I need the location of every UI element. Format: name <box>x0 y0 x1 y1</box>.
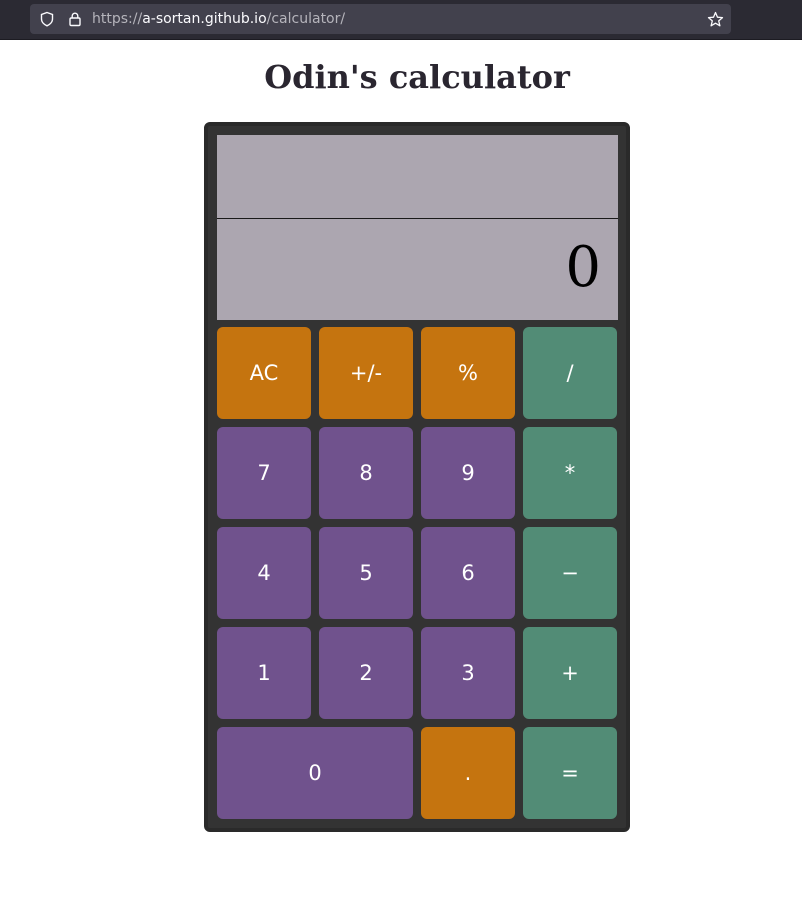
decimal-button[interactable]: . <box>421 727 515 819</box>
digit-5-button[interactable]: 5 <box>319 527 413 619</box>
url-domain: a-sortan.github.io <box>142 11 267 27</box>
digit-9-button[interactable]: 9 <box>421 427 515 519</box>
url-text[interactable]: https://a-sortan.github.io/calculator/ <box>92 4 345 34</box>
digit-3-button[interactable]: 3 <box>421 627 515 719</box>
digit-7-button[interactable]: 7 <box>217 427 311 519</box>
digit-8-button[interactable]: 8 <box>319 427 413 519</box>
add-button[interactable]: + <box>523 627 617 719</box>
divide-button[interactable]: / <box>523 327 617 419</box>
digit-6-button[interactable]: 6 <box>421 527 515 619</box>
all-clear-button[interactable]: AC <box>217 327 311 419</box>
digit-1-button[interactable]: 1 <box>217 627 311 719</box>
display: 0 <box>217 135 618 320</box>
multiply-button[interactable]: * <box>523 427 617 519</box>
digit-4-button[interactable]: 4 <box>217 527 311 619</box>
subtract-button[interactable]: − <box>523 527 617 619</box>
equals-button[interactable]: = <box>523 727 617 819</box>
address-bar[interactable]: https://a-sortan.github.io/calculator/ <box>30 4 731 34</box>
url-scheme: https:// <box>92 11 143 27</box>
digit-0-button[interactable]: 0 <box>217 727 413 819</box>
lock-icon[interactable] <box>67 11 83 27</box>
page-title: Odin's calculator <box>264 58 570 96</box>
percent-button[interactable]: % <box>421 327 515 419</box>
digit-2-button[interactable]: 2 <box>319 627 413 719</box>
previous-operand-display <box>217 135 618 219</box>
browser-toolbar: https://a-sortan.github.io/calculator/ <box>0 0 802 40</box>
shield-icon[interactable] <box>39 11 55 27</box>
current-operand-display: 0 <box>565 235 601 300</box>
url-path: /calculator/ <box>266 11 346 27</box>
calculator: 0 AC +/- % / 7 8 9 * 4 5 6 − 1 2 3 + 0 .… <box>204 122 630 832</box>
star-icon[interactable] <box>707 11 724 28</box>
sign-toggle-button[interactable]: +/- <box>319 327 413 419</box>
